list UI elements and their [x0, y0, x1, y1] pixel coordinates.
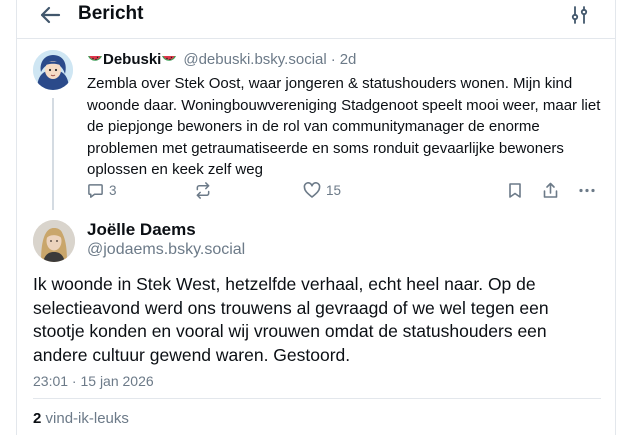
- meta-separator: ·: [330, 51, 336, 68]
- thread-line: [52, 98, 54, 210]
- avatar-illustration: [33, 50, 73, 90]
- avatar[interactable]: [33, 220, 75, 262]
- reply-button[interactable]: 3: [87, 180, 117, 200]
- avatar-photo: [33, 220, 75, 262]
- header-divider: [16, 38, 616, 39]
- author-handle[interactable]: @jodaems.bsky.social: [87, 241, 245, 259]
- ellipsis-icon: [579, 188, 595, 192]
- heart-icon: [303, 181, 321, 198]
- reply-count: 3: [109, 182, 117, 198]
- repost-icon: [196, 181, 210, 199]
- share-icon: [543, 182, 558, 198]
- back-button[interactable]: [38, 4, 62, 26]
- post-actions: 3 15: [87, 180, 607, 200]
- like-label: vind-ik-leuks: [45, 410, 129, 427]
- post-text: Ik woonde in Stek West, hetzelfde verhaa…: [33, 274, 549, 365]
- post-text: Zembla over Stek Oost, waar jongeren & s…: [87, 75, 601, 178]
- bookmark-icon: [509, 182, 521, 198]
- author-name[interactable]: Joëlle Daems: [87, 220, 196, 240]
- divider: [33, 398, 601, 399]
- post-age[interactable]: 2d: [340, 51, 357, 68]
- arrow-left-icon: [40, 6, 61, 24]
- author-handle[interactable]: @debuski.bsky.social: [183, 51, 326, 68]
- parent-post-meta: Debuski @debuski.bsky.social · 2d: [87, 51, 356, 68]
- author-name[interactable]: Debuski: [103, 51, 161, 68]
- more-options-button[interactable]: [578, 180, 596, 200]
- likes-summary[interactable]: 2 vind-ik-leuks: [33, 410, 129, 427]
- sliders-icon: [571, 6, 588, 24]
- page-title: Bericht: [78, 3, 144, 24]
- thread-settings-button[interactable]: [569, 4, 591, 26]
- share-button[interactable]: [542, 180, 559, 200]
- avatar[interactable]: [33, 50, 73, 90]
- bookmark-button[interactable]: [507, 180, 523, 200]
- watermelon-icon: [88, 55, 102, 61]
- like-count: 2: [33, 410, 42, 427]
- like-button[interactable]: 15: [303, 180, 341, 200]
- repost-button[interactable]: [194, 180, 212, 200]
- post-timestamp: 23:01 · 15 jan 2026: [33, 373, 154, 389]
- like-count: 15: [326, 182, 342, 198]
- page-header: Bericht: [0, 0, 629, 30]
- reply-icon: [88, 183, 103, 198]
- watermelon-icon: [162, 55, 177, 61]
